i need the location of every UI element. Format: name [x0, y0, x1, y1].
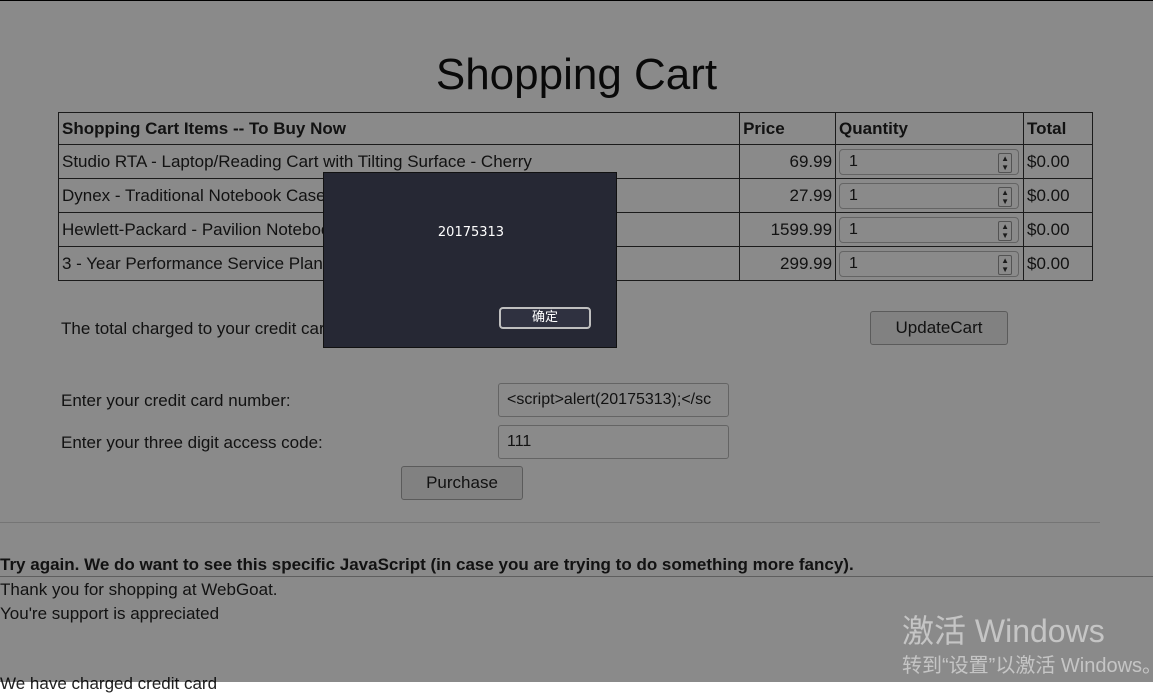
divider — [0, 576, 1153, 577]
item-price: 1599.99 — [739, 212, 837, 247]
quantity-value: 1 — [849, 152, 858, 170]
item-total: $0.00 — [1023, 178, 1093, 213]
access-code-input[interactable]: 111 — [498, 425, 729, 459]
spinner-arrows-icon[interactable]: ▲ ▼ — [998, 186, 1013, 207]
page-title: Shopping Cart — [435, 50, 718, 99]
total-charged-label: The total charged to your credit card: — [61, 319, 339, 338]
feedback-message: Try again. We do want to see this specif… — [0, 555, 854, 574]
header-quantity: Quantity — [835, 112, 1025, 145]
quantity-value: 1 — [849, 220, 858, 238]
divider — [0, 522, 1100, 523]
quantity-stepper[interactable]: 1 ▲ ▼ — [839, 148, 1020, 175]
item-price: 299.99 — [739, 246, 837, 281]
quantity-cell: 1 ▲ ▼ — [835, 144, 1025, 179]
spinner-arrows-icon[interactable]: ▲ ▼ — [998, 220, 1013, 241]
quantity-stepper[interactable]: 1 ▲ ▼ — [839, 250, 1020, 277]
card-number-input[interactable]: <script>alert(20175313);</sc — [498, 383, 729, 417]
quantity-cell: 1 ▲ ▼ — [835, 246, 1025, 281]
spinner-arrows-icon[interactable]: ▲ ▼ — [998, 254, 1013, 275]
header-items: Shopping Cart Items -- To Buy Now — [57, 112, 741, 145]
item-price: 27.99 — [739, 178, 837, 213]
charged-message: We have charged credit card — [0, 674, 218, 693]
item-total: $0.00 — [1023, 144, 1093, 179]
alert-message: 20175313 — [437, 225, 505, 240]
alert-ok-button[interactable]: 确定 — [499, 307, 591, 329]
support-message: You're support is appreciated — [0, 604, 220, 623]
quantity-stepper[interactable]: 1 ▲ ▼ — [839, 216, 1020, 243]
update-cart-button[interactable]: UpdateCart — [870, 311, 1008, 345]
quantity-value: 1 — [849, 186, 858, 204]
windows-activation-title: 激活 Windows — [902, 613, 1105, 649]
quantity-stepper[interactable]: 1 ▲ ▼ — [839, 182, 1020, 209]
item-total: $0.00 — [1023, 212, 1093, 247]
cart-header-row: Shopping Cart Items -- To Buy Now Price … — [57, 112, 1093, 145]
spinner-arrows-icon[interactable]: ▲ ▼ — [998, 152, 1013, 173]
header-price: Price — [739, 112, 837, 145]
card-number-label: Enter your credit card number: — [61, 391, 291, 410]
top-border — [0, 0, 1153, 1]
quantity-value: 1 — [849, 254, 858, 272]
alert-dialog: 20175313 确定 — [323, 172, 617, 348]
purchase-button[interactable]: Purchase — [401, 466, 523, 500]
quantity-cell: 1 ▲ ▼ — [835, 212, 1025, 247]
thank-you-message: Thank you for shopping at WebGoat. — [0, 580, 278, 599]
header-total: Total — [1023, 112, 1093, 145]
quantity-cell: 1 ▲ ▼ — [835, 178, 1025, 213]
windows-activation-hint: 转到“设置”以激活 Windows。 — [902, 655, 1153, 677]
item-price: 69.99 — [739, 144, 837, 179]
access-code-label: Enter your three digit access code: — [61, 433, 323, 452]
item-total: $0.00 — [1023, 246, 1093, 281]
